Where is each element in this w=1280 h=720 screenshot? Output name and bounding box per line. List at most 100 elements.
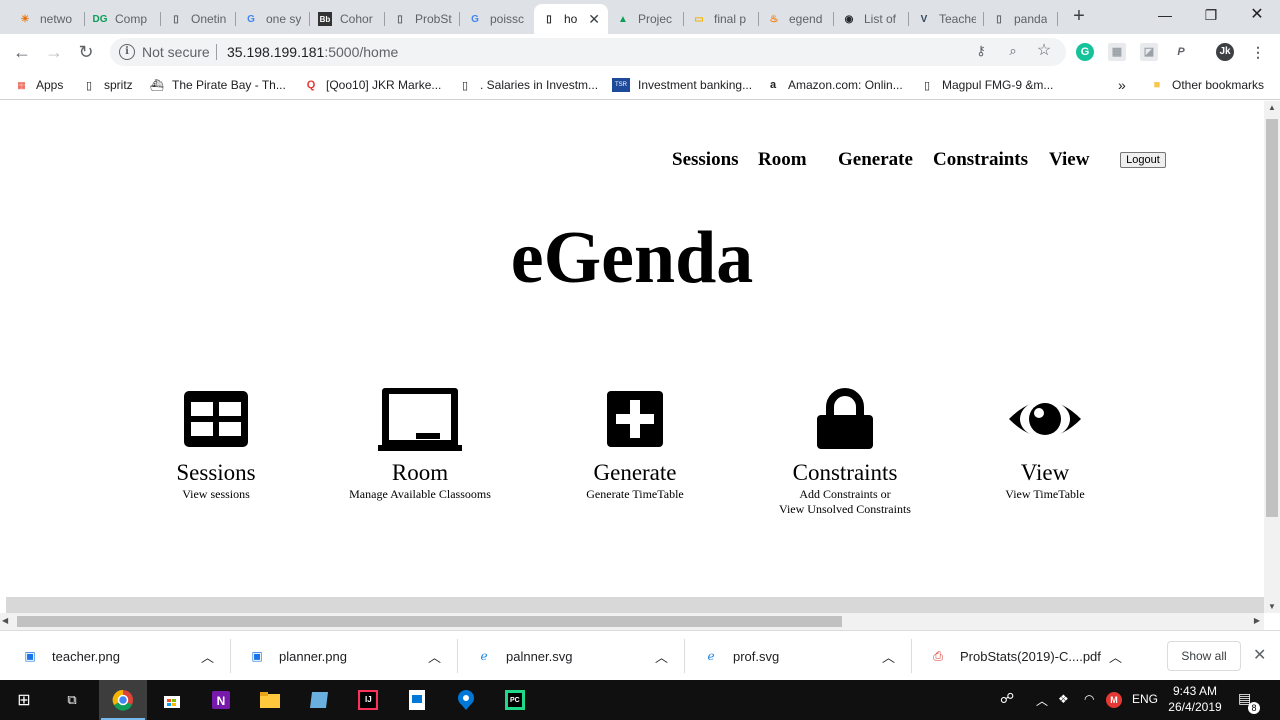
other-bookmarks[interactable]: ■ Other bookmarks [1150, 76, 1264, 94]
windows-start-icon[interactable]: ⊞ [10, 686, 38, 714]
scroll-right-icon[interactable]: ▶ [1254, 616, 1260, 625]
show-all-button[interactable]: Show all [1167, 641, 1241, 671]
chevron-up-icon[interactable]: ︿ [655, 631, 668, 681]
tab-12[interactable]: V Teache [909, 4, 984, 34]
horizontal-scrollbar[interactable]: ◀ ▶ [0, 613, 1264, 630]
bookmark-spritz[interactable]: ▯ spritz [82, 76, 133, 94]
store-icon[interactable] [158, 686, 186, 714]
reload-icon[interactable]: ↻ [72, 40, 100, 64]
bookmark-apps[interactable]: ▦ Apps [14, 76, 63, 94]
close-icon[interactable]: ✕ [1253, 645, 1266, 665]
task-view-icon[interactable]: ⧉ [58, 686, 86, 714]
people-icon[interactable]: ☍ [1000, 690, 1014, 707]
nav-room[interactable]: Room [758, 149, 807, 171]
nav-generate[interactable]: Generate [838, 149, 913, 171]
new-tab-button[interactable]: + [1068, 6, 1090, 28]
address-divider [216, 44, 217, 60]
tab-6[interactable]: Gpoissc [460, 4, 534, 34]
restore-icon[interactable]: ❐ [1198, 4, 1224, 26]
vertical-scrollbar[interactable]: ▲ ▼ [1264, 101, 1280, 613]
language-indicator[interactable]: ENG [1132, 692, 1158, 706]
dropbox-icon[interactable]: ❖ [1058, 692, 1069, 706]
star-icon[interactable]: ☆ [1035, 42, 1053, 60]
extension-icon[interactable]: ◪ [1140, 43, 1158, 61]
feature-sessions[interactable]: Sessions View sessions [106, 385, 326, 502]
address-bar[interactable]: i Not secure 35.198.199.181:5000/home ⚷ … [110, 38, 1066, 66]
chevron-up-icon[interactable]: ︿ [201, 631, 214, 681]
wifi-icon[interactable]: ◠ [1084, 692, 1094, 706]
tab-11[interactable]: ◉ List of [834, 4, 909, 34]
system-clock[interactable]: 9:43 AM 26/4/2019 [1166, 683, 1224, 715]
chrome-taskbar-icon[interactable] [99, 680, 147, 720]
divider [230, 639, 231, 673]
bookmark-salaries[interactable]: ▯. Salaries in Investm... [458, 76, 598, 94]
close-window-icon[interactable]: ✕ [1244, 4, 1270, 26]
info-icon[interactable]: i [119, 44, 135, 60]
intellij-icon[interactable]: IJ [354, 686, 382, 714]
page-icon: ▯ [85, 79, 93, 92]
back-arrow-icon[interactable]: ← [8, 40, 36, 64]
forward-arrow-icon[interactable]: → [40, 40, 68, 64]
avatar[interactable]: Jk [1216, 43, 1234, 61]
tab-5[interactable]: ▯ ProbSt [385, 4, 460, 34]
file-explorer-icon[interactable] [256, 686, 284, 714]
download-item[interactable]: ℯ prof.svg [703, 631, 779, 681]
tab-13[interactable]: ▯ panda [984, 4, 1058, 34]
notification-count-badge: 8 [1248, 702, 1260, 714]
tab-8[interactable]: ▲ Projec [608, 4, 684, 34]
zoom-icon[interactable]: ⌕ [1004, 42, 1022, 60]
tab-4[interactable]: Bb Cohor [310, 4, 385, 34]
nav-sessions[interactable]: Sessions [672, 149, 739, 171]
chevron-up-icon[interactable]: ︿ [428, 631, 441, 681]
logout-button[interactable]: Logout [1120, 152, 1166, 168]
scroll-thumb[interactable] [1266, 119, 1278, 517]
bookmark-investment[interactable]: TSR Investment banking... [612, 76, 752, 94]
bookmarks-overflow-chevron[interactable]: » [1118, 76, 1126, 94]
key-icon[interactable]: ⚷ [972, 42, 990, 60]
close-tab-icon[interactable]: ✕ [588, 11, 600, 28]
paypal-icon[interactable]: P [1172, 43, 1190, 61]
extension-icon[interactable]: ▦ [1108, 43, 1126, 61]
chevron-up-icon[interactable]: ︿ [1109, 631, 1122, 681]
tab-9[interactable]: ▭ final p [684, 4, 759, 34]
photos-icon[interactable] [403, 686, 431, 714]
scroll-left-icon[interactable]: ◀ [2, 616, 8, 625]
feature-generate[interactable]: Generate Generate TimeTable [525, 385, 745, 502]
download-item[interactable]: ▣ teacher.png [22, 631, 120, 681]
maps-icon[interactable] [452, 686, 480, 714]
bookmark-piratebay[interactable]: ⛴ The Pirate Bay - Th... [150, 76, 286, 94]
bookmark-amazon[interactable]: a Amazon.com: Onlin... [766, 76, 903, 94]
grammarly-icon[interactable]: G [1076, 43, 1094, 61]
tab-2[interactable]: ▯ Onetin [161, 4, 236, 34]
scroll-up-icon[interactable]: ▲ [1264, 103, 1280, 112]
feature-desc: View TimeTable [1005, 487, 1085, 501]
scroll-down-icon[interactable]: ▼ [1264, 602, 1280, 611]
nav-view[interactable]: View [1049, 149, 1089, 171]
minimize-icon[interactable]: — [1152, 4, 1178, 26]
tab-3[interactable]: Gone sy [236, 4, 310, 34]
tab-0[interactable]: ☀ netwo [10, 4, 85, 34]
tab-7-active[interactable]: ▯ ho ✕ [534, 4, 608, 34]
ship-icon: ⛴ [150, 79, 164, 92]
bookmark-magpul[interactable]: ▯ Magpul FMG-9 &m... [920, 76, 1053, 94]
onenote-icon[interactable]: N [207, 686, 235, 714]
nav-constraints[interactable]: Constraints [933, 149, 1028, 171]
pycharm-icon[interactable]: PC [501, 686, 529, 714]
tab-1[interactable]: DG Comp [85, 4, 161, 34]
scroll-thumb[interactable] [17, 616, 842, 627]
download-item[interactable]: ▣ planner.png [249, 631, 347, 681]
feature-constraints[interactable]: Constraints Add Constraints or View Unso… [735, 385, 955, 517]
app-icon[interactable] [305, 686, 333, 714]
download-item[interactable]: ℯ palnner.svg [476, 631, 572, 681]
mcafee-icon[interactable]: M [1106, 692, 1122, 708]
chevron-up-icon[interactable]: ︿ [1036, 692, 1048, 709]
url-text[interactable]: 35.198.199.181:5000/home [227, 44, 398, 60]
tab-10[interactable]: ♨ egend [759, 4, 834, 34]
lock-icon [817, 388, 873, 449]
menu-icon[interactable]: ⋮ [1249, 43, 1267, 61]
chevron-up-icon[interactable]: ︿ [882, 631, 895, 681]
bookmark-qoo10[interactable]: Q [Qoo10] JKR Marke... [304, 76, 442, 94]
download-item[interactable]: ⎙ ProbStats(2019)-C....pdf [930, 631, 1101, 681]
feature-room[interactable]: Room Manage Available Classooms [310, 385, 530, 502]
feature-view[interactable]: View View TimeTable [935, 385, 1155, 502]
